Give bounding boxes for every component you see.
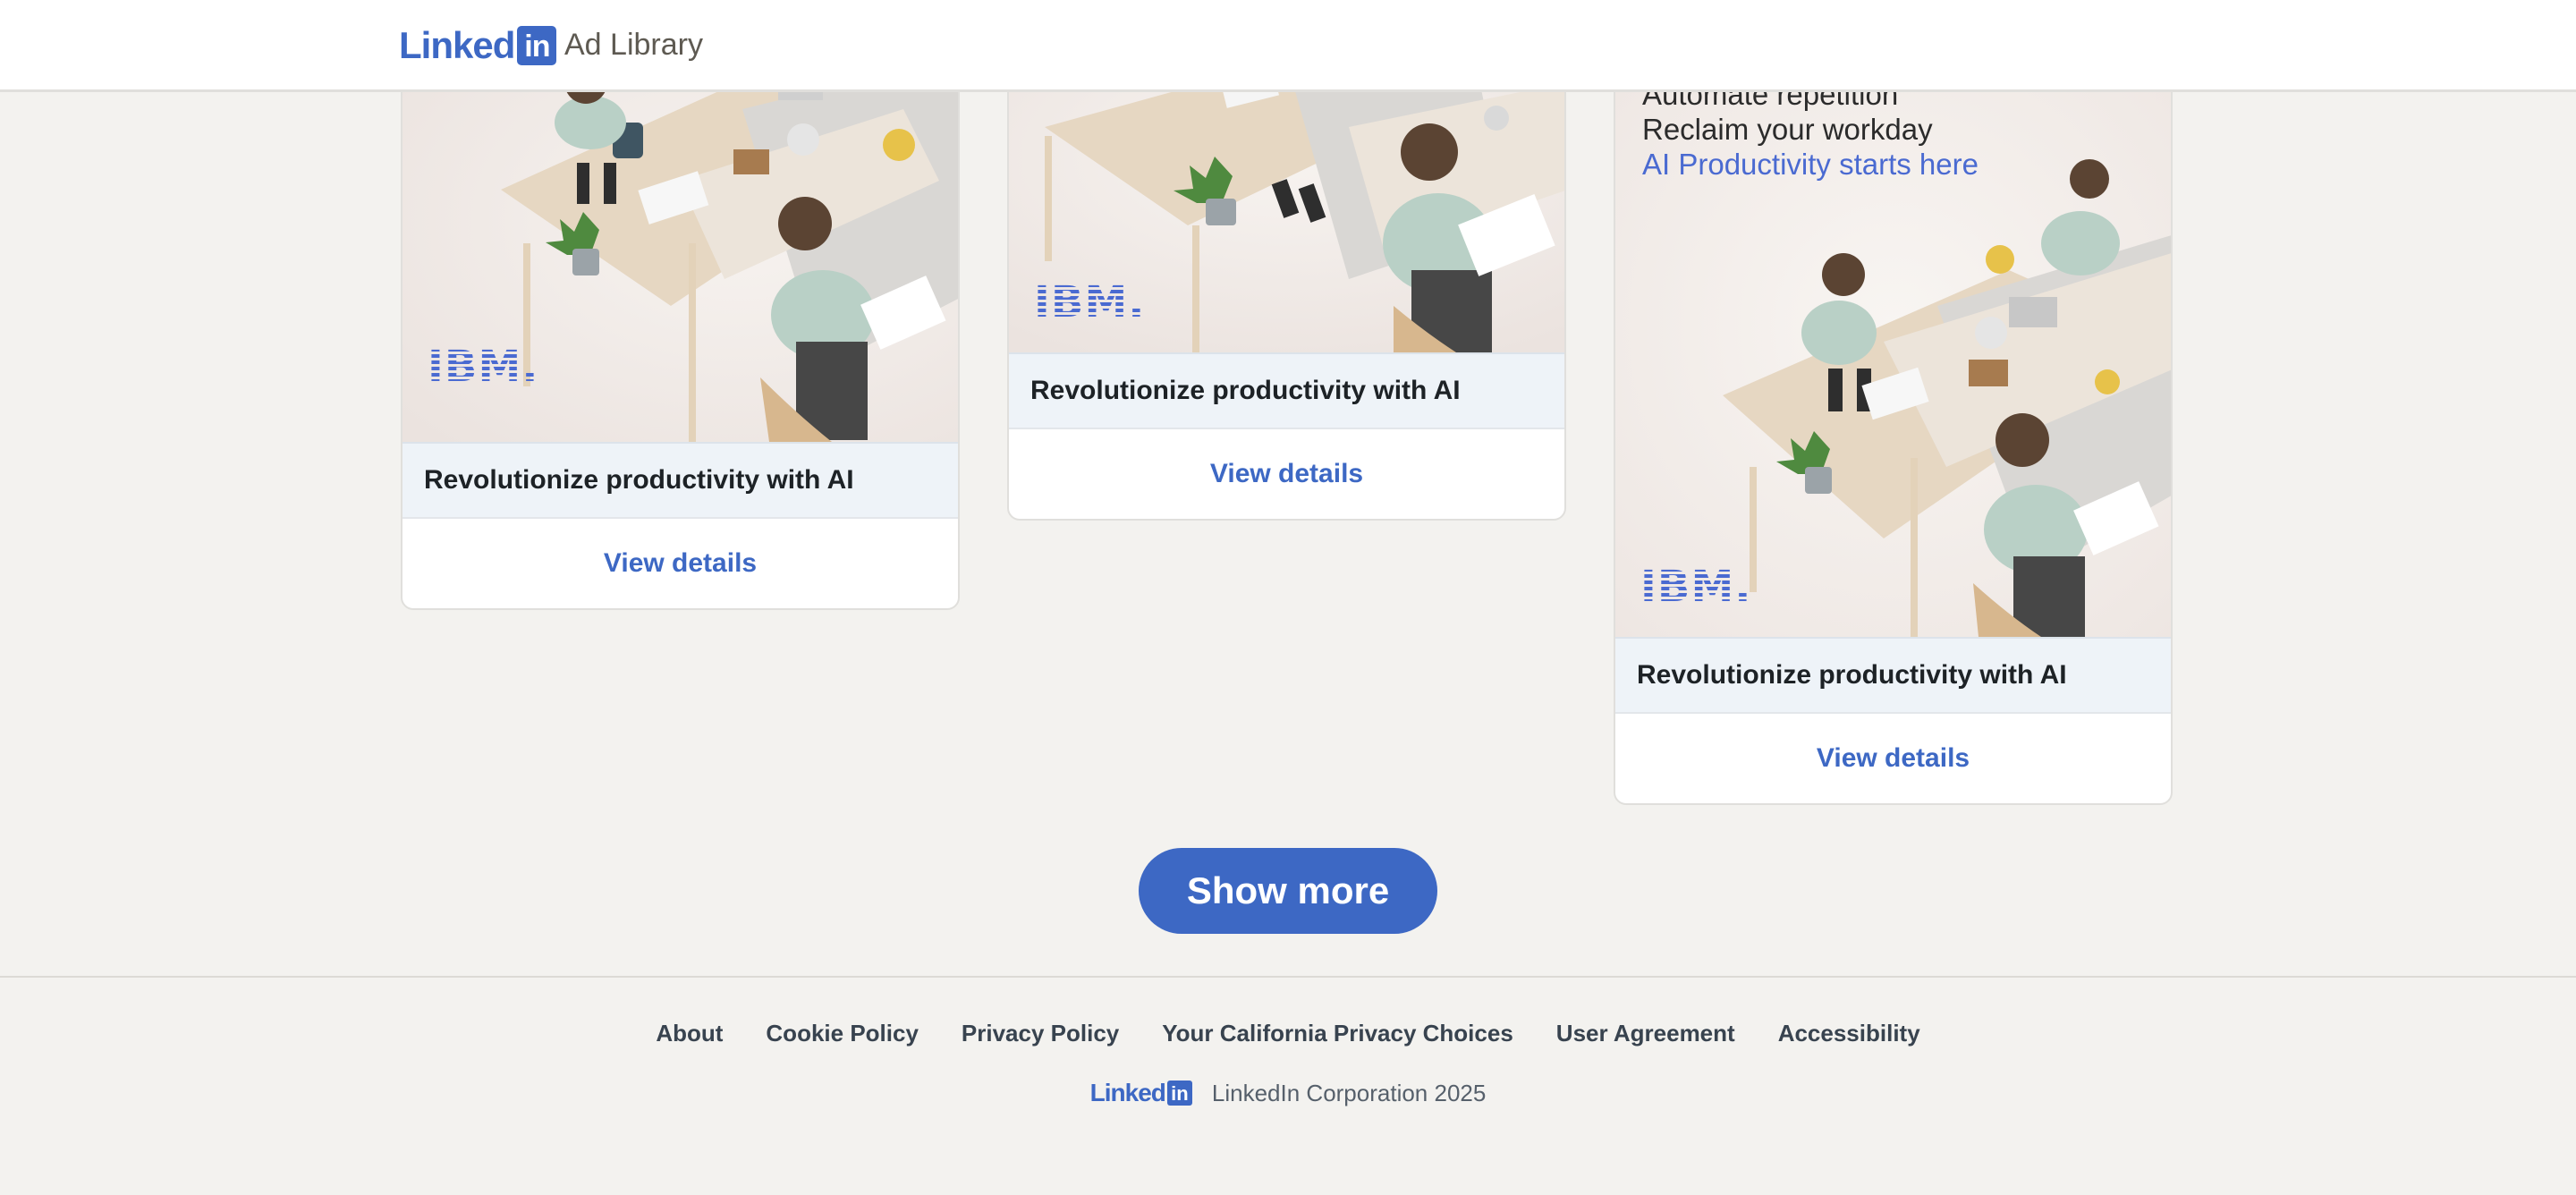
ibm-logo: IBM. (1640, 562, 1752, 612)
ad-image[interactable]: IBM. (402, 73, 958, 442)
logo-wordmark: Linked (399, 24, 515, 66)
footer-link-privacy-policy[interactable]: Privacy Policy (962, 1020, 1119, 1047)
ad-image[interactable]: IBM. (1009, 73, 1564, 352)
top-header: Linked in Ad Library (0, 0, 2576, 92)
ad-title: Revolutionize productivity with AI (1009, 352, 1564, 429)
footer-link-about[interactable]: About (656, 1020, 723, 1047)
overlay-line: Reclaim your workday (1642, 113, 1933, 146)
linkedin-logo[interactable]: Linked in (399, 24, 557, 66)
copyright-text: LinkedIn Corporation 2025 (1211, 1079, 1487, 1106)
view-details-link[interactable]: View details (402, 519, 958, 608)
ad-card: Automate repetition Reclaim your workday… (1614, 72, 2173, 805)
overlay-line: AI Productivity starts here (1642, 148, 1979, 181)
footer-link-accessibility[interactable]: Accessibility (1778, 1020, 1920, 1047)
ad-card: IBM. Revolutionize productivity with AI … (1007, 72, 1566, 521)
ad-image[interactable]: Automate repetition Reclaim your workday… (1615, 73, 2171, 637)
view-details-link[interactable]: View details (1009, 429, 1564, 519)
footer-links: About Cookie Policy Privacy Policy Your … (0, 1020, 2576, 1047)
footer-linkedin-logo: Linked in (1090, 1079, 1192, 1107)
footer-divider (0, 976, 2576, 978)
footer-link-user-agreement[interactable]: User Agreement (1556, 1020, 1735, 1047)
ibm-logo: IBM. (1034, 277, 1146, 327)
show-more-button[interactable]: Show more (1139, 848, 1437, 934)
view-details-link[interactable]: View details (1615, 714, 2171, 803)
ad-title: Revolutionize productivity with AI (1615, 637, 2171, 714)
logo-in-box: in (517, 25, 557, 65)
page-title[interactable]: Ad Library (564, 25, 703, 65)
footer-logo-wordmark: Linked (1089, 1079, 1166, 1106)
footer-link-california-privacy[interactable]: Your California Privacy Choices (1162, 1020, 1513, 1047)
footer-logo-in-box: in (1166, 1081, 1192, 1106)
ad-card: IBM. Revolutionize productivity with AI … (401, 72, 960, 610)
ad-headline-overlay: Automate repetition Reclaim your workday… (1642, 77, 1979, 182)
ibm-logo: IBM. (428, 342, 539, 392)
ad-title: Revolutionize productivity with AI (402, 442, 958, 519)
footer-bottom: Linked in LinkedIn Corporation 2025 (0, 1079, 2576, 1107)
footer-link-cookie-policy[interactable]: Cookie Policy (766, 1020, 919, 1047)
